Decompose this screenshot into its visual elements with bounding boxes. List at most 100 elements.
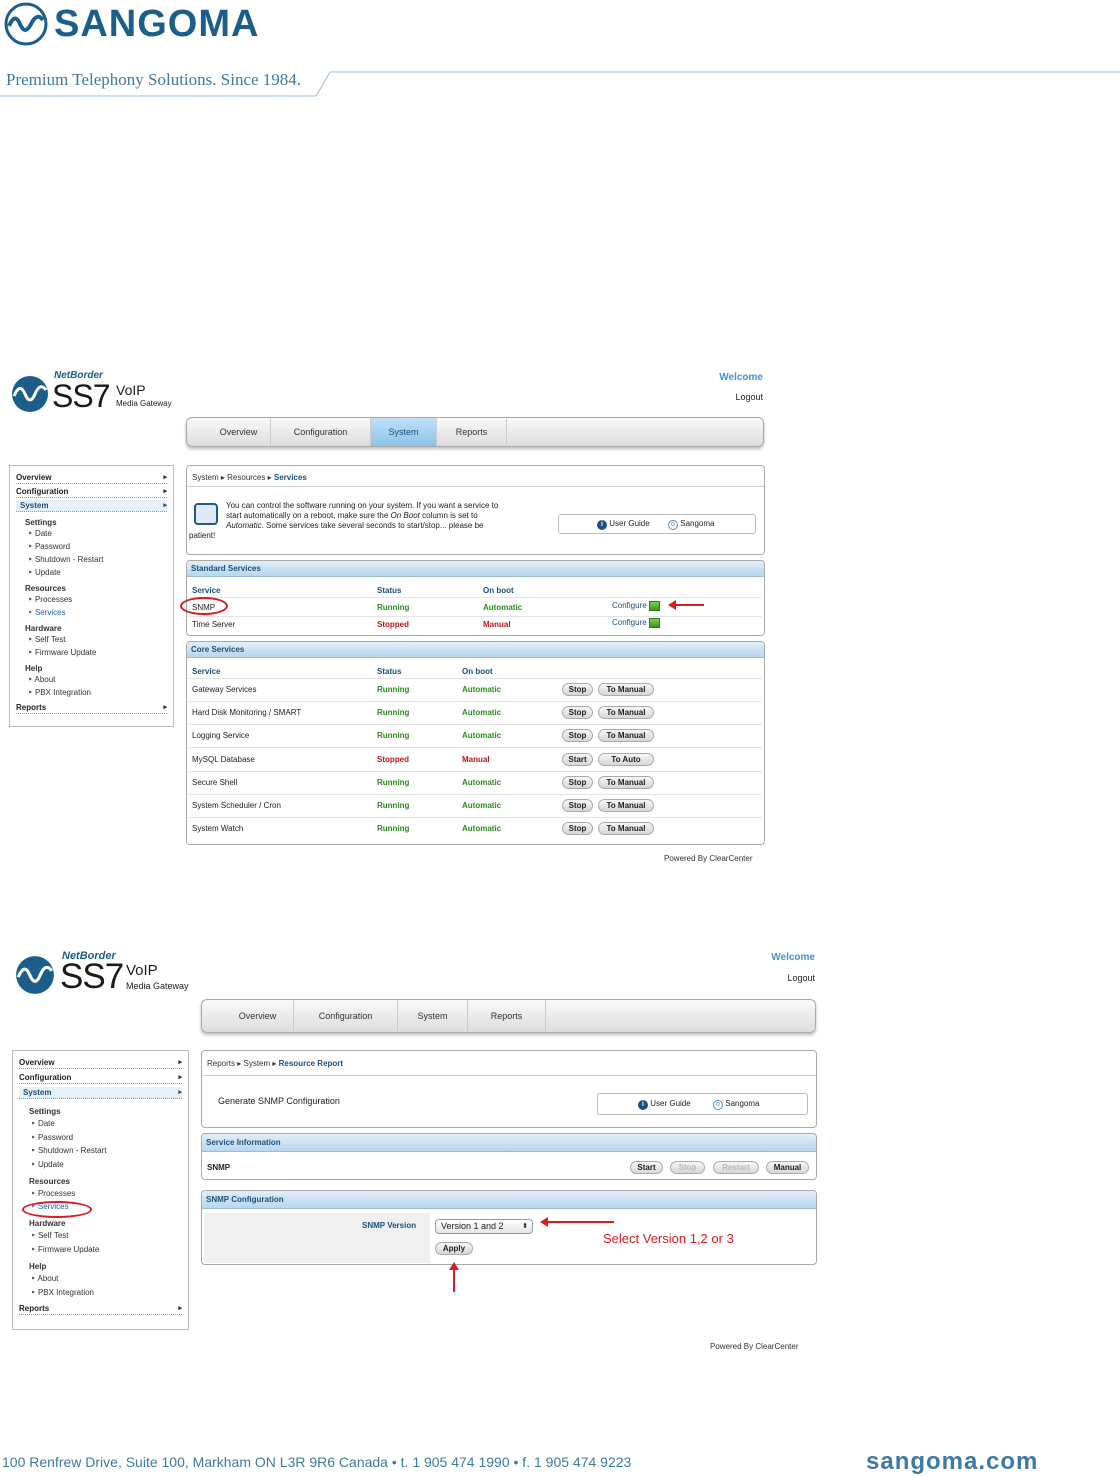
sidebar-item-processes[interactable]: ‣ Processes	[28, 595, 72, 604]
user-guide-link[interactable]: i User Guide	[638, 1099, 691, 1110]
sidebar-item-date[interactable]: ‣ Date	[31, 1119, 55, 1128]
start-button[interactable]: Start	[630, 1161, 663, 1174]
stop-button[interactable]: Stop	[562, 775, 593, 789]
configure-icon	[648, 618, 660, 628]
service-onboot: Automatic	[462, 685, 502, 694]
stop-button[interactable]: Stop	[562, 822, 593, 836]
sidebar-item-configuration[interactable]: Configuration ▸	[19, 1072, 182, 1084]
snmp-screenshot: NetBorder SS7 VoIP Media Gateway Welcome…	[0, 940, 830, 1360]
sidebar-item-services[interactable]: ‣ Services	[28, 608, 66, 617]
standard-services-title: Standard Services	[187, 561, 764, 577]
tab-overview[interactable]: Overview	[207, 418, 271, 446]
to-manual-button[interactable]: To Manual	[598, 775, 654, 789]
service-name: Logging Service	[192, 731, 250, 741]
manual-button[interactable]: Manual	[766, 1161, 809, 1174]
tab-overview[interactable]: Overview	[222, 1000, 294, 1032]
service-name: Hard Disk Monitoring / SMART	[192, 708, 302, 718]
tab-configuration[interactable]: Configuration	[294, 1000, 398, 1032]
stop-button[interactable]: Stop	[562, 706, 593, 720]
service-name: MySQL Database	[192, 754, 255, 764]
sidebar-item-firmware[interactable]: ‣ Firmware Update	[31, 1245, 99, 1254]
stop-button[interactable]: Stop	[562, 729, 593, 743]
sidebar-item-shutdown[interactable]: ‣ Shutdown - Restart	[31, 1146, 106, 1155]
to-manual-button[interactable]: To Manual	[598, 683, 654, 696]
stop-button[interactable]: Stop	[670, 1161, 705, 1174]
service-onboot: Automatic	[462, 731, 502, 741]
sidebar-section-help: Help	[25, 664, 43, 673]
to-auto-button[interactable]: To Auto	[598, 752, 654, 766]
sidebar-item-self-test[interactable]: ‣ Self Test	[28, 635, 66, 644]
sangoma-link[interactable]: o Sangoma	[668, 519, 714, 530]
tab-system[interactable]: System	[398, 1000, 468, 1032]
sidebar-item-pbx[interactable]: ‣ PBX Integration	[31, 1288, 94, 1297]
service-status: Running	[377, 824, 410, 834]
configure-link[interactable]: Configure	[612, 618, 660, 628]
tab-system[interactable]: System	[371, 418, 437, 446]
sidebar-item-password[interactable]: ‣ Password	[31, 1133, 73, 1142]
intro-line-4: patient!	[189, 531, 216, 540]
to-manual-button[interactable]: To Manual	[598, 729, 654, 743]
sangoma-link[interactable]: o Sangoma	[713, 1099, 759, 1110]
standard-services-panel: Standard Services Service Status On boot…	[186, 560, 765, 636]
service-onboot: Manual	[483, 620, 511, 629]
sidebar-section-settings: Settings	[25, 518, 57, 527]
sidebar-item-overview[interactable]: Overview ▸	[16, 472, 167, 484]
sidebar-item-overview[interactable]: Overview ▸	[19, 1057, 182, 1069]
sidebar-section-resources: Resources	[25, 584, 66, 593]
sidebar-item-date[interactable]: ‣ Date	[28, 529, 52, 538]
snmp-configuration-panel: SNMP Configuration SNMP Version Version …	[201, 1190, 817, 1265]
logout-link[interactable]: Logout	[740, 973, 815, 983]
restart-button[interactable]: Restart	[713, 1161, 759, 1174]
sidebar-item-system[interactable]: System ▸	[16, 500, 167, 512]
to-manual-button[interactable]: To Manual	[598, 799, 654, 812]
main-nav: Overview Configuration System Reports	[201, 999, 816, 1033]
tab-reports[interactable]: Reports	[437, 418, 507, 446]
service-status: Running	[377, 603, 410, 612]
sidebar-item-configuration[interactable]: Configuration ▸	[16, 486, 167, 498]
footer-address: 100 Renfrew Drive, Suite 100, Markham ON…	[2, 1454, 632, 1470]
apply-annotation-arrow	[453, 1268, 455, 1292]
sidebar-item-processes[interactable]: ‣ Processes	[31, 1189, 75, 1198]
welcome-text: Welcome	[719, 372, 763, 383]
sidebar-item-about[interactable]: ‣ About	[31, 1274, 58, 1283]
col-service: Service	[192, 667, 221, 676]
service-onboot: Automatic	[462, 708, 502, 718]
sidebar-item-password[interactable]: ‣ Password	[28, 542, 70, 551]
stop-button[interactable]: Stop	[562, 683, 593, 696]
ss7-text: SS7	[52, 378, 110, 414]
service-info-title: Service Information	[202, 1134, 816, 1152]
voip-text: VoIP	[126, 962, 158, 979]
sidebar-item-self-test[interactable]: ‣ Self Test	[31, 1231, 69, 1240]
sidebar-item-system[interactable]: System ▸	[19, 1087, 182, 1099]
snmp-version-select[interactable]: Version 1 and 2 ⬍	[435, 1219, 533, 1234]
configure-link[interactable]: Configure	[612, 601, 660, 611]
sidebar-item-reports[interactable]: Reports ▸	[19, 1303, 182, 1315]
ss7-text: SS7	[60, 957, 124, 996]
sidebar: Overview ▸ Configuration ▸ System ▸ Setting…	[9, 465, 174, 727]
service-onboot: Automatic	[462, 801, 502, 810]
to-manual-button[interactable]: To Manual	[598, 822, 654, 836]
to-manual-button[interactable]: To Manual	[598, 706, 654, 720]
user-guide-link[interactable]: i User Guide	[597, 519, 650, 530]
sidebar-item-update[interactable]: ‣ Update	[28, 568, 61, 577]
sidebar-item-update[interactable]: ‣ Update	[31, 1160, 64, 1169]
select-arrows-icon: ⬍	[522, 1223, 528, 1230]
apply-button[interactable]: Apply	[435, 1242, 473, 1255]
stop-button[interactable]: Stop	[562, 799, 593, 812]
tab-configuration[interactable]: Configuration	[271, 418, 371, 446]
sidebar-item-reports[interactable]: Reports ▸	[16, 702, 167, 714]
sidebar-item-about[interactable]: ‣ About	[28, 675, 55, 684]
sidebar-item-firmware[interactable]: ‣ Firmware Update	[28, 648, 96, 657]
monitor-icon	[194, 503, 218, 525]
sidebar-section-hardware: Hardware	[25, 624, 62, 633]
sidebar-item-shutdown[interactable]: ‣ Shutdown - Restart	[28, 555, 103, 564]
footer-website[interactable]: sangoma.com	[866, 1448, 1038, 1476]
intro-text: Generate SNMP Configuration	[218, 1096, 340, 1106]
logout-link[interactable]: Logout	[700, 392, 763, 402]
sidebar-item-pbx[interactable]: ‣ PBX Integration	[28, 688, 91, 697]
start-button[interactable]: Start	[562, 752, 593, 766]
guide-box: i User Guide o Sangoma	[597, 1093, 808, 1115]
tab-reports[interactable]: Reports	[468, 1000, 546, 1032]
col-onboot: On boot	[462, 667, 493, 676]
breadcrumb: Reports ▸ System ▸ Resource Report	[207, 1059, 344, 1068]
